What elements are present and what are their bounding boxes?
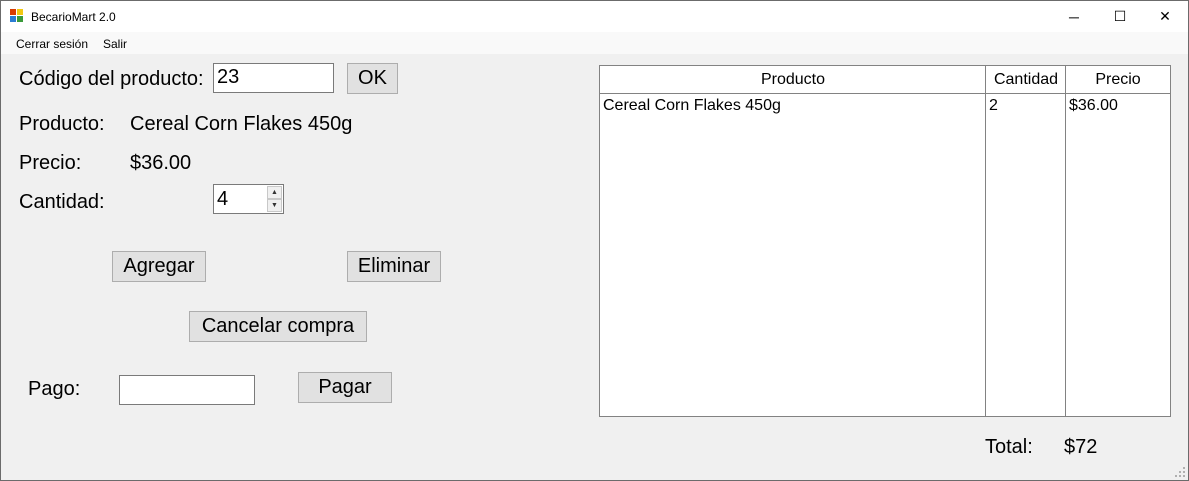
product-name-value: Cereal Corn Flakes 450g [130, 113, 353, 135]
quantity-value[interactable]: 4 [217, 186, 228, 213]
chevron-down-icon[interactable]: ▼ [267, 199, 282, 212]
column-divider [1065, 66, 1066, 416]
menu-item-salir[interactable]: Salir [103, 37, 127, 51]
cart-table[interactable]: Producto Cantidad Precio Cereal Corn Fla… [599, 65, 1171, 417]
remove-button[interactable]: Eliminar [347, 251, 441, 282]
product-code-input[interactable]: 23 [213, 63, 334, 93]
column-header-cantidad[interactable]: Cantidad [986, 66, 1066, 94]
total-label: Total: [985, 436, 1033, 458]
menu-bar: Cerrar sesión Salir [1, 32, 1188, 54]
cart-table-header: Producto Cantidad Precio [600, 66, 1170, 94]
title-bar[interactable]: BecarioMart 2.0 ─ ☐ ✕ [1, 1, 1188, 32]
payment-label: Pago: [28, 378, 81, 400]
add-button[interactable]: Agregar [112, 251, 206, 282]
maximize-button[interactable]: ☐ [1097, 1, 1143, 32]
pay-button[interactable]: Pagar [298, 372, 392, 403]
ok-button[interactable]: OK [347, 63, 398, 94]
cell-cantidad: 2 [989, 97, 998, 114]
minimize-button[interactable]: ─ [1051, 1, 1097, 32]
app-icon [10, 9, 24, 23]
resize-grip-icon[interactable] [1175, 467, 1185, 477]
product-code-label: Código del producto: [19, 68, 204, 90]
main-window: BecarioMart 2.0 ─ ☐ ✕ Cerrar sesión Sali… [0, 0, 1189, 481]
payment-input[interactable] [119, 375, 255, 405]
cell-precio: $36.00 [1069, 97, 1118, 114]
chevron-up-icon[interactable]: ▲ [267, 186, 282, 199]
product-label: Producto: [19, 113, 105, 135]
cancel-purchase-button[interactable]: Cancelar compra [189, 311, 367, 342]
column-header-producto[interactable]: Producto [600, 66, 986, 94]
column-header-precio[interactable]: Precio [1066, 66, 1170, 94]
total-value: $72 [1064, 436, 1098, 458]
window-title: BecarioMart 2.0 [31, 10, 116, 24]
close-button[interactable]: ✕ [1142, 1, 1188, 32]
price-label: Precio: [19, 152, 82, 174]
cell-producto: Cereal Corn Flakes 450g [603, 97, 781, 114]
menu-item-cerrar-sesion[interactable]: Cerrar sesión [16, 37, 88, 51]
price-value: $36.00 [130, 152, 192, 174]
quantity-label: Cantidad: [19, 191, 105, 213]
quantity-stepper[interactable]: 4 ▲ ▼ [213, 184, 284, 214]
column-divider [985, 66, 986, 416]
